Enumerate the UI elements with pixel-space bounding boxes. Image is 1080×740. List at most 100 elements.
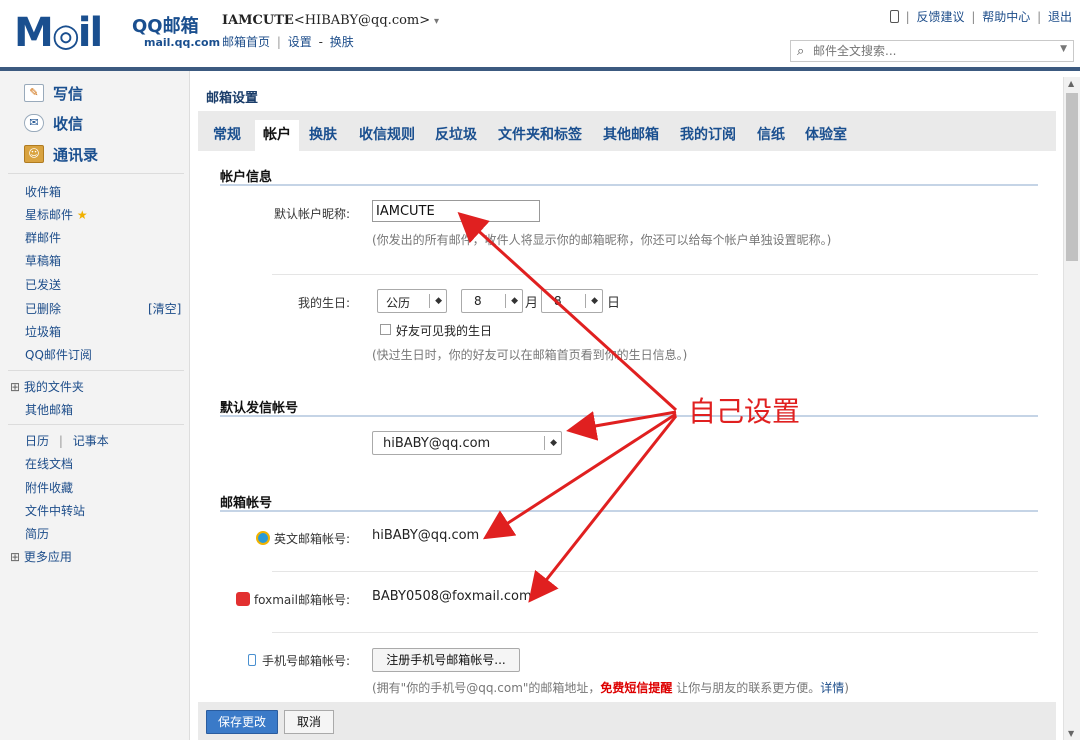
row-divider <box>272 632 1038 633</box>
sms-reminder-text: 免费短信提醒 <box>600 681 672 695</box>
details-link[interactable]: 详情 <box>820 681 844 695</box>
cancel-button[interactable]: 取消 <box>284 710 334 734</box>
page-title: 邮箱设置 <box>206 87 258 106</box>
foxmail-account-value: BABY0508@foxmail.com <box>372 589 532 604</box>
sidebar-item-starred[interactable]: 星标邮件 ★ <box>25 206 88 223</box>
sidebar-item-subscriptions[interactable]: QQ邮件订阅 <box>25 346 92 363</box>
select-arrows-icon: ◆ <box>585 294 598 308</box>
search-icon[interactable]: ⌕ <box>797 44 804 59</box>
sidebar-item-deleted[interactable]: 已删除 <box>25 300 61 317</box>
pencil-icon: ✎ <box>24 84 44 102</box>
expand-icon[interactable]: ⊞ <box>10 380 20 394</box>
scrollbar[interactable]: ▲ ▼ <box>1063 77 1080 740</box>
tab-account[interactable]: 帐户 <box>255 120 299 151</box>
compose-button[interactable]: ✎写信 <box>24 81 83 105</box>
inbox-icon: ✉ <box>24 114 44 132</box>
row-divider <box>272 274 1038 275</box>
top-bar: M◎il QQ邮箱 mail.qq.com IAMCUTE<HIBABY@qq.… <box>0 0 1080 68</box>
foxmail-icon <box>236 592 250 606</box>
birth-month-select[interactable]: 8◆ <box>461 289 523 313</box>
birthday-hint: (快过生日时，你的好友可以在邮箱首页看到你的生日信息。) <box>372 346 687 363</box>
mailbox-home-link[interactable]: 邮箱首页 <box>222 35 270 49</box>
sidebar-item-calendar[interactable]: 日历 <box>25 434 49 448</box>
scrollbar-thumb[interactable] <box>1066 93 1078 261</box>
default-sender-select[interactable]: hiBABY@qq.com◆ <box>372 431 562 455</box>
birth-day-select[interactable]: 8◆ <box>541 289 603 313</box>
sidebar-item-drafts[interactable]: 草稿箱 <box>25 252 61 269</box>
tab-skin[interactable]: 换肤 <box>309 120 337 151</box>
english-account-value: hiBABY@qq.com <box>372 528 479 543</box>
logout-link[interactable]: 退出 <box>1048 10 1072 24</box>
contacts-button[interactable]: ☺通讯录 <box>24 142 98 166</box>
nickname-input[interactable] <box>372 200 540 222</box>
scroll-up-icon[interactable]: ▲ <box>1068 79 1074 88</box>
register-mobile-account-button[interactable]: 注册手机号邮箱帐号... <box>372 648 520 672</box>
scroll-down-icon[interactable]: ▼ <box>1068 729 1074 738</box>
receive-button[interactable]: ✉收信 <box>24 111 83 135</box>
mobile-icon[interactable] <box>890 10 899 23</box>
sidebar-item-other-mailbox[interactable]: 其他邮箱 <box>25 401 73 418</box>
sidebar-item-sent[interactable]: 已发送 <box>25 276 61 293</box>
sidebar-item-file-transfer[interactable]: 文件中转站 <box>25 502 85 519</box>
select-arrows-icon: ◆ <box>505 294 518 308</box>
help-center-link[interactable]: 帮助中心 <box>982 10 1030 24</box>
sidebar-item-my-folders[interactable]: ⊞ 我的文件夹 <box>10 378 84 395</box>
search-dropdown-icon[interactable]: ▼ <box>1060 44 1067 54</box>
english-account-label: 英文邮箱帐号: <box>238 530 350 547</box>
tab-folders-labels[interactable]: 文件夹和标签 <box>498 120 582 151</box>
change-skin-link[interactable]: 换肤 <box>330 35 354 49</box>
foxmail-account-label: foxmail邮箱帐号: <box>218 591 350 608</box>
select-arrows-icon: ◆ <box>544 436 557 450</box>
section-divider <box>220 184 1038 186</box>
sidebar-divider <box>8 173 184 174</box>
clear-trash-link[interactable]: [清空] <box>148 300 181 317</box>
select-arrows-icon: ◆ <box>429 294 442 308</box>
qq-mail-icon <box>256 531 270 545</box>
nickname-hint: (你发出的所有邮件，收件人将显示你的邮箱昵称，你还可以给每个帐户单独设置昵称。) <box>372 231 831 248</box>
sidebar-divider <box>8 424 184 425</box>
calendar-type-select[interactable]: 公历◆ <box>377 289 447 313</box>
tab-lab[interactable]: 体验室 <box>805 120 847 151</box>
account-switch-caret-icon[interactable]: ▾ <box>434 16 439 27</box>
mobile-account-label: 手机号邮箱帐号: <box>228 652 350 669</box>
feedback-link[interactable]: 反馈建议 <box>917 10 965 24</box>
tab-receive-rules[interactable]: 收信规则 <box>359 120 415 151</box>
sidebar-item-attachments[interactable]: 附件收藏 <box>25 479 73 496</box>
search-box[interactable]: ⌕ ▼ <box>790 40 1074 62</box>
qq-mail-logo[interactable]: M◎il QQ邮箱 mail.qq.com <box>14 10 204 56</box>
nickname-label: 默认帐户昵称: <box>238 205 350 222</box>
sidebar: ✎写信 ✉收信 ☺通讯录 收件箱 星标邮件 ★ 群邮件 草稿箱 已发送 已删除 … <box>0 71 190 740</box>
tab-anti-spam[interactable]: 反垃圾 <box>435 120 477 151</box>
sidebar-item-notebook[interactable]: 记事本 <box>73 434 109 448</box>
account-email: <HIBABY@qq.com> <box>294 13 430 28</box>
settings-panel: 邮箱设置 常规 帐户 换肤 收信规则 反垃圾 文件夹和标签 其他邮箱 我的订阅 … <box>198 77 1056 740</box>
account-info-header: 帐户信息 <box>220 166 272 185</box>
mail-accounts-header: 邮箱帐号 <box>220 492 272 511</box>
sidebar-item-inbox[interactable]: 收件箱 <box>25 183 61 200</box>
default-sender-header: 默认发信帐号 <box>220 397 298 416</box>
expand-icon[interactable]: ⊞ <box>10 550 20 564</box>
search-input[interactable] <box>813 43 1043 59</box>
settings-link[interactable]: 设置 <box>288 35 312 49</box>
sidebar-item-group-mail[interactable]: 群邮件 <box>25 229 61 246</box>
sidebar-item-online-docs[interactable]: 在线文档 <box>25 455 73 472</box>
address-book-icon: ☺ <box>24 145 44 163</box>
sidebar-item-calendar-notebook: 日历 | 记事本 <box>25 432 109 449</box>
section-divider <box>220 415 1038 417</box>
birthday-visible-checkbox[interactable] <box>380 324 391 335</box>
phone-icon <box>248 654 256 666</box>
settings-tabs: 常规 帐户 换肤 收信规则 反垃圾 文件夹和标签 其他邮箱 我的订阅 信纸 体验… <box>198 111 1056 151</box>
account-info: IAMCUTE<HIBABY@qq.com> ▾ 邮箱首页 | 设置 - 换肤 <box>222 13 439 50</box>
sidebar-item-resume[interactable]: 简历 <box>25 525 49 542</box>
tab-subscriptions[interactable]: 我的订阅 <box>680 120 736 151</box>
save-button[interactable]: 保存更改 <box>206 710 278 734</box>
section-divider <box>220 510 1038 512</box>
sidebar-item-more-apps[interactable]: ⊞ 更多应用 <box>10 548 72 565</box>
tab-stationery[interactable]: 信纸 <box>757 120 785 151</box>
tab-general[interactable]: 常规 <box>213 120 241 151</box>
tab-other-mailbox[interactable]: 其他邮箱 <box>603 120 659 151</box>
birthday-label: 我的生日: <box>238 294 350 311</box>
account-nickname: IAMCUTE <box>222 13 294 28</box>
mobile-account-hint: (拥有"你的手机号@qq.com"的邮箱地址，免费短信提醒 让你与朋友的联系更方… <box>372 679 849 696</box>
sidebar-item-spam[interactable]: 垃圾箱 <box>25 323 61 340</box>
